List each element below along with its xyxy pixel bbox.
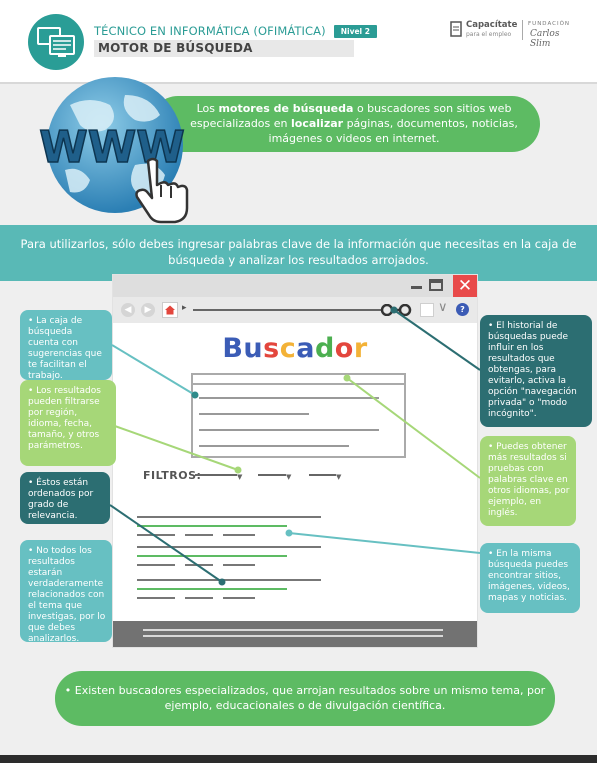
result-snippet-line	[137, 564, 175, 566]
course-title: TÉCNICO EN INFORMÁTICA (OFIMÁTICA)	[94, 24, 326, 38]
logo-letter: u	[243, 333, 264, 364]
suggestion-line[interactable]	[199, 445, 349, 447]
course-line: TÉCNICO EN INFORMÁTICA (OFIMÁTICA) Nivel…	[94, 22, 377, 40]
home-icon[interactable]	[162, 302, 178, 318]
brand-fundacion: FUNDACIÓN	[528, 21, 571, 27]
logo-letter: o	[334, 333, 354, 364]
result-title-line[interactable]	[137, 546, 321, 548]
filter-arrow-icon[interactable]: ▼	[336, 474, 341, 481]
help-icon[interactable]: ?	[456, 303, 469, 316]
callout-filters: • Los resultados pueden filtrarse por re…	[20, 380, 116, 466]
filters-label: FILTROS:	[143, 469, 202, 482]
intro-bold-motores: motores de búsqueda	[218, 102, 354, 115]
result-snippet-line	[223, 597, 255, 599]
logo-letter: B	[222, 333, 244, 364]
callout-history: • El historial de búsquedas puede influi…	[480, 315, 592, 427]
capacitate-logo-icon	[450, 21, 462, 37]
minimize-icon[interactable]	[411, 286, 422, 289]
browser-titlebar: ✕	[113, 275, 477, 297]
result-snippet-line	[223, 564, 255, 566]
computer-monitors-icon	[37, 27, 75, 57]
footer-strip	[0, 755, 597, 763]
back-icon[interactable]: ◀	[121, 303, 135, 317]
result-snippet-line	[137, 534, 175, 536]
close-icon[interactable]: ✕	[453, 275, 477, 297]
intro-bubble: Los motores de búsqueda o buscadores son…	[150, 96, 540, 152]
forward-icon[interactable]: ▶	[141, 303, 155, 317]
result-snippet-line	[137, 597, 175, 599]
dropdown-icon[interactable]: ∨	[438, 300, 448, 315]
result-url-line[interactable]	[137, 555, 287, 557]
logo-letter: r	[353, 333, 368, 364]
result-url-line[interactable]	[137, 525, 287, 527]
statusbar-line	[143, 629, 443, 631]
brand-capacitate-sub: para el empleo	[466, 31, 512, 38]
maximize-icon[interactable]	[429, 279, 443, 291]
brand-carlos-slim: Carlos Slim	[530, 29, 560, 49]
result-snippet-line	[185, 597, 213, 599]
logo-letter: a	[296, 333, 315, 364]
result-snippet-line	[223, 534, 255, 536]
result-snippet-line	[185, 564, 213, 566]
callout-languages: • Puedes obtener más resultados si prueb…	[480, 436, 576, 526]
logo-letter: s	[263, 333, 280, 364]
filter-language[interactable]	[258, 474, 286, 476]
callout-search-box: • La caja de búsqueda cuenta con sugeren…	[20, 310, 112, 381]
filter-date[interactable]	[309, 474, 336, 476]
result-title-line[interactable]	[137, 579, 321, 581]
filter-arrow-icon[interactable]: ▼	[286, 474, 291, 481]
intro-bold-localizar: localizar	[291, 117, 344, 130]
result-title-line[interactable]	[137, 516, 321, 518]
filter-region[interactable]	[195, 474, 237, 476]
filter-arrow-icon[interactable]: ▼	[237, 474, 242, 481]
address-input[interactable]	[193, 309, 383, 311]
level-badge: Nivel 2	[333, 24, 377, 38]
suggestion-line[interactable]	[199, 413, 309, 415]
suggestion-line[interactable]	[199, 429, 379, 431]
result-url-line[interactable]	[137, 588, 287, 590]
statusbar-line	[143, 635, 443, 637]
bottom-bubble: • Existen buscadores especializados, que…	[55, 671, 555, 726]
search-engine-logo: Buscador	[113, 333, 477, 364]
nav-arrow-icon: ▸	[182, 303, 187, 313]
browser-window: ✕ ◀ ▶ ▸ ∨ ? Buscador FILTROS: ▼ ▼ ▼	[113, 275, 477, 647]
topic-bar: MOTOR DE BÚSQUEDA	[94, 40, 354, 57]
brand-divider	[522, 20, 523, 40]
brand-capacitate: Capacítate	[466, 20, 518, 30]
page-title: MOTOR DE BÚSQUEDA	[98, 41, 253, 55]
bookmark-box[interactable]	[420, 303, 434, 317]
callout-relevance: • Éstos están ordenados por grado de rel…	[20, 472, 110, 524]
incognito-glasses-icon[interactable]	[379, 304, 413, 316]
browser-statusbar	[113, 621, 477, 647]
browser-addressbar: ◀ ▶ ▸ ∨ ?	[113, 297, 477, 323]
hand-pointer-icon	[135, 157, 189, 224]
course-logo	[28, 14, 84, 70]
suggestion-line[interactable]	[199, 397, 379, 399]
result-snippet-line	[185, 534, 213, 536]
search-input[interactable]	[193, 383, 404, 385]
brand-logos: Capacítate para el empleo FUNDACIÓN Carl…	[450, 20, 580, 49]
callout-media: • En la misma búsqueda puedes encontrar …	[480, 543, 580, 613]
logo-letter: c	[279, 333, 297, 364]
search-box[interactable]	[191, 373, 406, 458]
callout-not-related: • No todos los resultados estarán verdad…	[20, 540, 112, 644]
logo-letter: d	[314, 333, 335, 364]
usage-banner: Para utilizarlos, sólo debes ingresar pa…	[0, 225, 597, 281]
